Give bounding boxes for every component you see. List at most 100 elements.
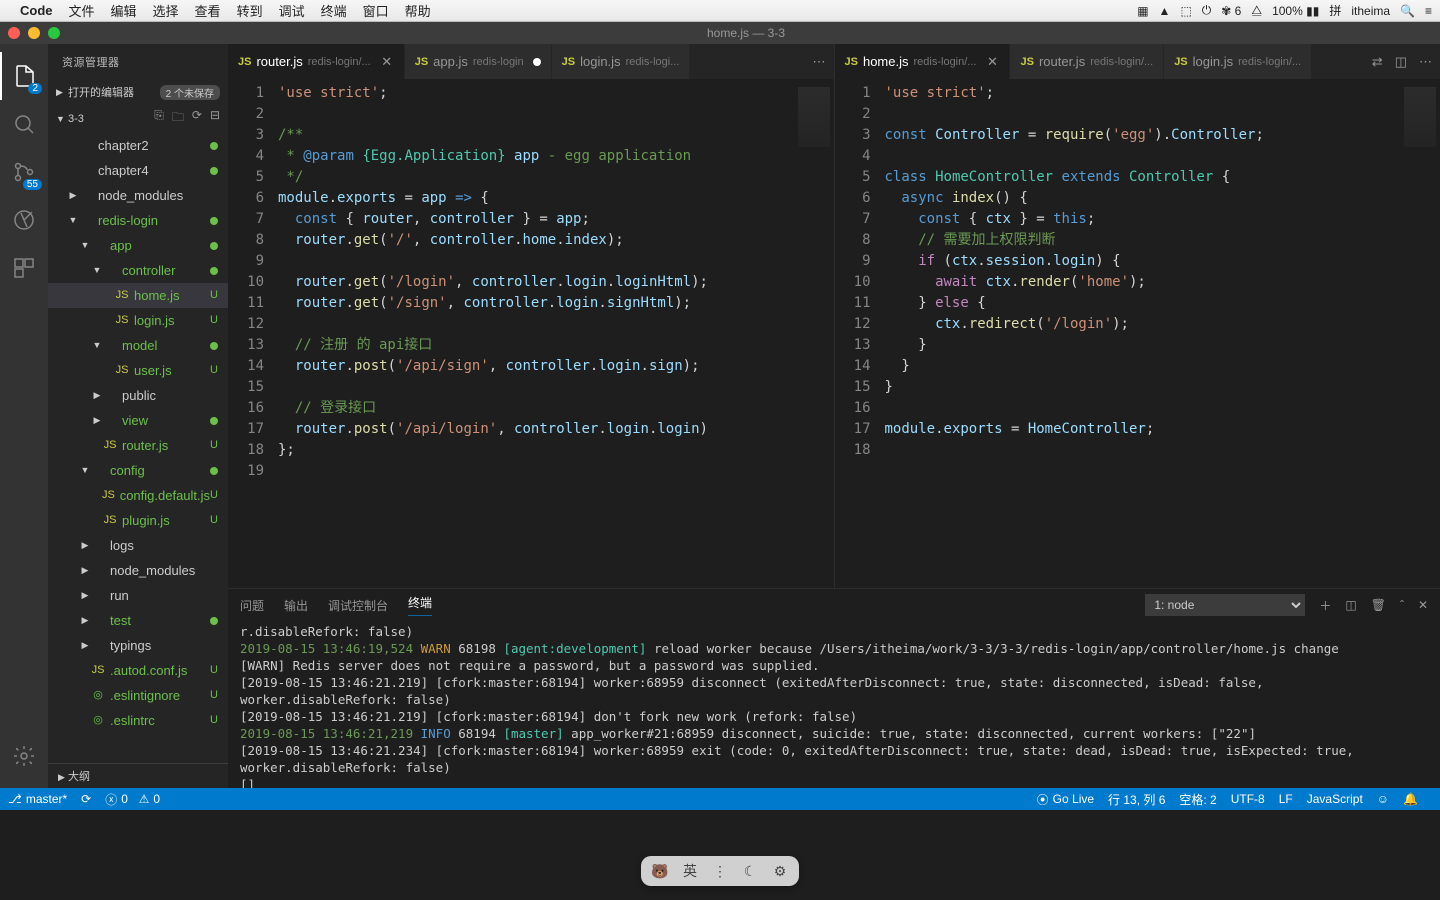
tree-file[interactable]: JS.autod.conf.jsU: [48, 658, 228, 683]
editor-tab[interactable]: JSrouter.jsredis-login/...: [1010, 44, 1164, 79]
menubar-wechat-icon[interactable]: ✾ 6: [1221, 4, 1241, 18]
tree-folder[interactable]: ▶run: [48, 583, 228, 608]
more-icon[interactable]: ⋯: [1419, 54, 1432, 70]
tree-folder[interactable]: ▶view: [48, 408, 228, 433]
explorer-icon[interactable]: 2: [0, 52, 48, 100]
status-feedback-icon[interactable]: ☺: [1377, 792, 1389, 806]
menubar-icon[interactable]: ⬚: [1180, 4, 1191, 18]
menubar-icon[interactable]: ▲: [1159, 4, 1171, 18]
menubar-list-icon[interactable]: ≡: [1425, 4, 1432, 18]
panel-tab-output[interactable]: 输出: [284, 597, 308, 614]
tree-file[interactable]: JSconfig.default.jsU: [48, 483, 228, 508]
mac-menu-view[interactable]: 查看: [195, 1, 221, 20]
extensions-icon[interactable]: [0, 244, 48, 292]
status-encoding[interactable]: UTF-8: [1231, 792, 1265, 806]
menubar-battery-icon[interactable]: 100% ▮▮: [1272, 4, 1319, 18]
mac-menu-edit[interactable]: 编辑: [111, 1, 137, 20]
source-control-icon[interactable]: 55: [0, 148, 48, 196]
menubar-icon[interactable]: ▦: [1137, 4, 1148, 18]
dock-gear-icon[interactable]: ⚙: [771, 862, 789, 880]
mac-menu-terminal[interactable]: 终端: [321, 1, 347, 20]
collapse-icon[interactable]: ⊟: [210, 108, 220, 129]
status-lncol[interactable]: 行 13, 列 6: [1108, 791, 1165, 808]
file-tree[interactable]: chapter2chapter4▶node_modules▼redis-logi…: [48, 133, 228, 763]
terminal-selector[interactable]: 1: node: [1145, 594, 1305, 616]
menubar-search-icon[interactable]: 🔍: [1400, 4, 1415, 18]
close-panel-icon[interactable]: ✕: [1418, 598, 1428, 612]
dock-icon[interactable]: ⋮: [711, 862, 729, 880]
status-sync[interactable]: ⟳: [81, 792, 91, 806]
new-file-icon[interactable]: ⎘: [154, 108, 164, 129]
editor-tab[interactable]: JSrouter.jsredis-login/...✕: [228, 44, 405, 79]
mac-menu-goto[interactable]: 转到: [237, 1, 263, 20]
tree-file[interactable]: ◎.eslintignoreU: [48, 683, 228, 708]
panel-tab-debug[interactable]: 调试控制台: [328, 597, 388, 614]
tree-folder[interactable]: ▶typings: [48, 633, 228, 658]
folder-root-header[interactable]: ▼ 3-3 ⎘ 🗀 ⟳ ⊟: [48, 104, 228, 133]
mac-menu-debug[interactable]: 调试: [279, 1, 305, 20]
tree-file[interactable]: JSuser.jsU: [48, 358, 228, 383]
tree-file[interactable]: JShome.jsU: [48, 283, 228, 308]
minimap[interactable]: [1400, 79, 1440, 588]
tree-folder[interactable]: ▼model: [48, 333, 228, 358]
tree-folder[interactable]: ▶node_modules: [48, 183, 228, 208]
status-lang[interactable]: JavaScript: [1307, 792, 1363, 806]
debug-icon[interactable]: [0, 196, 48, 244]
editor-tab[interactable]: JSlogin.jsredis-login/...: [1164, 44, 1312, 79]
tree-folder[interactable]: chapter2: [48, 133, 228, 158]
minimize-window-button[interactable]: [28, 27, 40, 39]
tree-folder[interactable]: ▼controller: [48, 258, 228, 283]
chevron-up-icon[interactable]: ˆ: [1400, 598, 1404, 612]
status-spaces[interactable]: 空格: 2: [1179, 791, 1216, 808]
outline-header[interactable]: ▶ 大纲: [48, 763, 228, 788]
status-golive[interactable]: ⦿ Go Live: [1037, 791, 1094, 808]
terminal-output[interactable]: r.disableRefork: false)2019-08-15 13:46:…: [228, 621, 1440, 788]
split-icon[interactable]: ◫: [1395, 54, 1407, 70]
mac-menu-window[interactable]: 窗口: [363, 1, 389, 20]
menubar-user[interactable]: itheima: [1351, 4, 1390, 18]
close-tab-icon[interactable]: ✕: [380, 54, 394, 70]
search-icon[interactable]: [0, 100, 48, 148]
refresh-icon[interactable]: ⟳: [192, 108, 202, 129]
editor-tab[interactable]: JSapp.jsredis-login: [405, 44, 552, 79]
mac-menu-help[interactable]: 帮助: [405, 1, 431, 20]
minimap[interactable]: [794, 79, 834, 588]
editor-tab[interactable]: JShome.jsredis-login/...✕: [835, 44, 1011, 79]
status-branch[interactable]: ⎇ master*: [8, 792, 67, 806]
status-problems[interactable]: ⓧ 0 ⚠ 0: [105, 791, 160, 808]
tree-folder[interactable]: chapter4: [48, 158, 228, 183]
panel-tab-terminal[interactable]: 终端: [408, 594, 432, 616]
settings-gear-icon[interactable]: [0, 732, 48, 780]
editor-tab[interactable]: JSlogin.jsredis-logi...: [552, 44, 691, 79]
code-editor-right[interactable]: 123456789101112131415161718 'use strict'…: [835, 79, 1440, 588]
tree-folder[interactable]: ▶node_modules: [48, 558, 228, 583]
status-bell-icon[interactable]: 🔔: [1403, 792, 1418, 806]
menubar-icon[interactable]: ⏻: [1202, 3, 1212, 18]
tree-folder[interactable]: ▶test: [48, 608, 228, 633]
dock-input-icon[interactable]: 英: [681, 862, 699, 880]
compare-icon[interactable]: ⇄: [1372, 54, 1383, 70]
mac-menu-select[interactable]: 选择: [153, 1, 179, 20]
tree-folder[interactable]: ▼redis-login: [48, 208, 228, 233]
panel-tab-problems[interactable]: 问题: [240, 597, 264, 614]
more-icon[interactable]: ⋯: [813, 54, 826, 70]
tree-folder[interactable]: ▶logs: [48, 533, 228, 558]
close-tab-icon[interactable]: ✕: [985, 54, 999, 70]
mac-menu-file[interactable]: 文件: [69, 1, 95, 20]
tree-file[interactable]: JSlogin.jsU: [48, 308, 228, 333]
new-folder-icon[interactable]: 🗀: [172, 108, 184, 129]
trash-icon[interactable]: 🗑: [1371, 598, 1386, 612]
tree-folder[interactable]: ▶public: [48, 383, 228, 408]
new-terminal-icon[interactable]: ＋: [1319, 597, 1331, 614]
tree-folder[interactable]: ▼app: [48, 233, 228, 258]
code-editor-left[interactable]: 12345678910111213141516171819 'use stric…: [228, 79, 834, 588]
tree-file[interactable]: JSplugin.jsU: [48, 508, 228, 533]
tree-folder[interactable]: ▼config: [48, 458, 228, 483]
close-window-button[interactable]: [8, 27, 20, 39]
tree-file[interactable]: JSrouter.jsU: [48, 433, 228, 458]
split-terminal-icon[interactable]: ◫: [1345, 598, 1356, 612]
status-eol[interactable]: LF: [1279, 792, 1293, 806]
open-editors-header[interactable]: ▶ 打开的编辑器 2 个未保存: [48, 80, 228, 104]
menubar-wifi-icon[interactable]: ⧋: [1251, 3, 1262, 18]
dock-icon[interactable]: 🐻: [651, 862, 669, 880]
